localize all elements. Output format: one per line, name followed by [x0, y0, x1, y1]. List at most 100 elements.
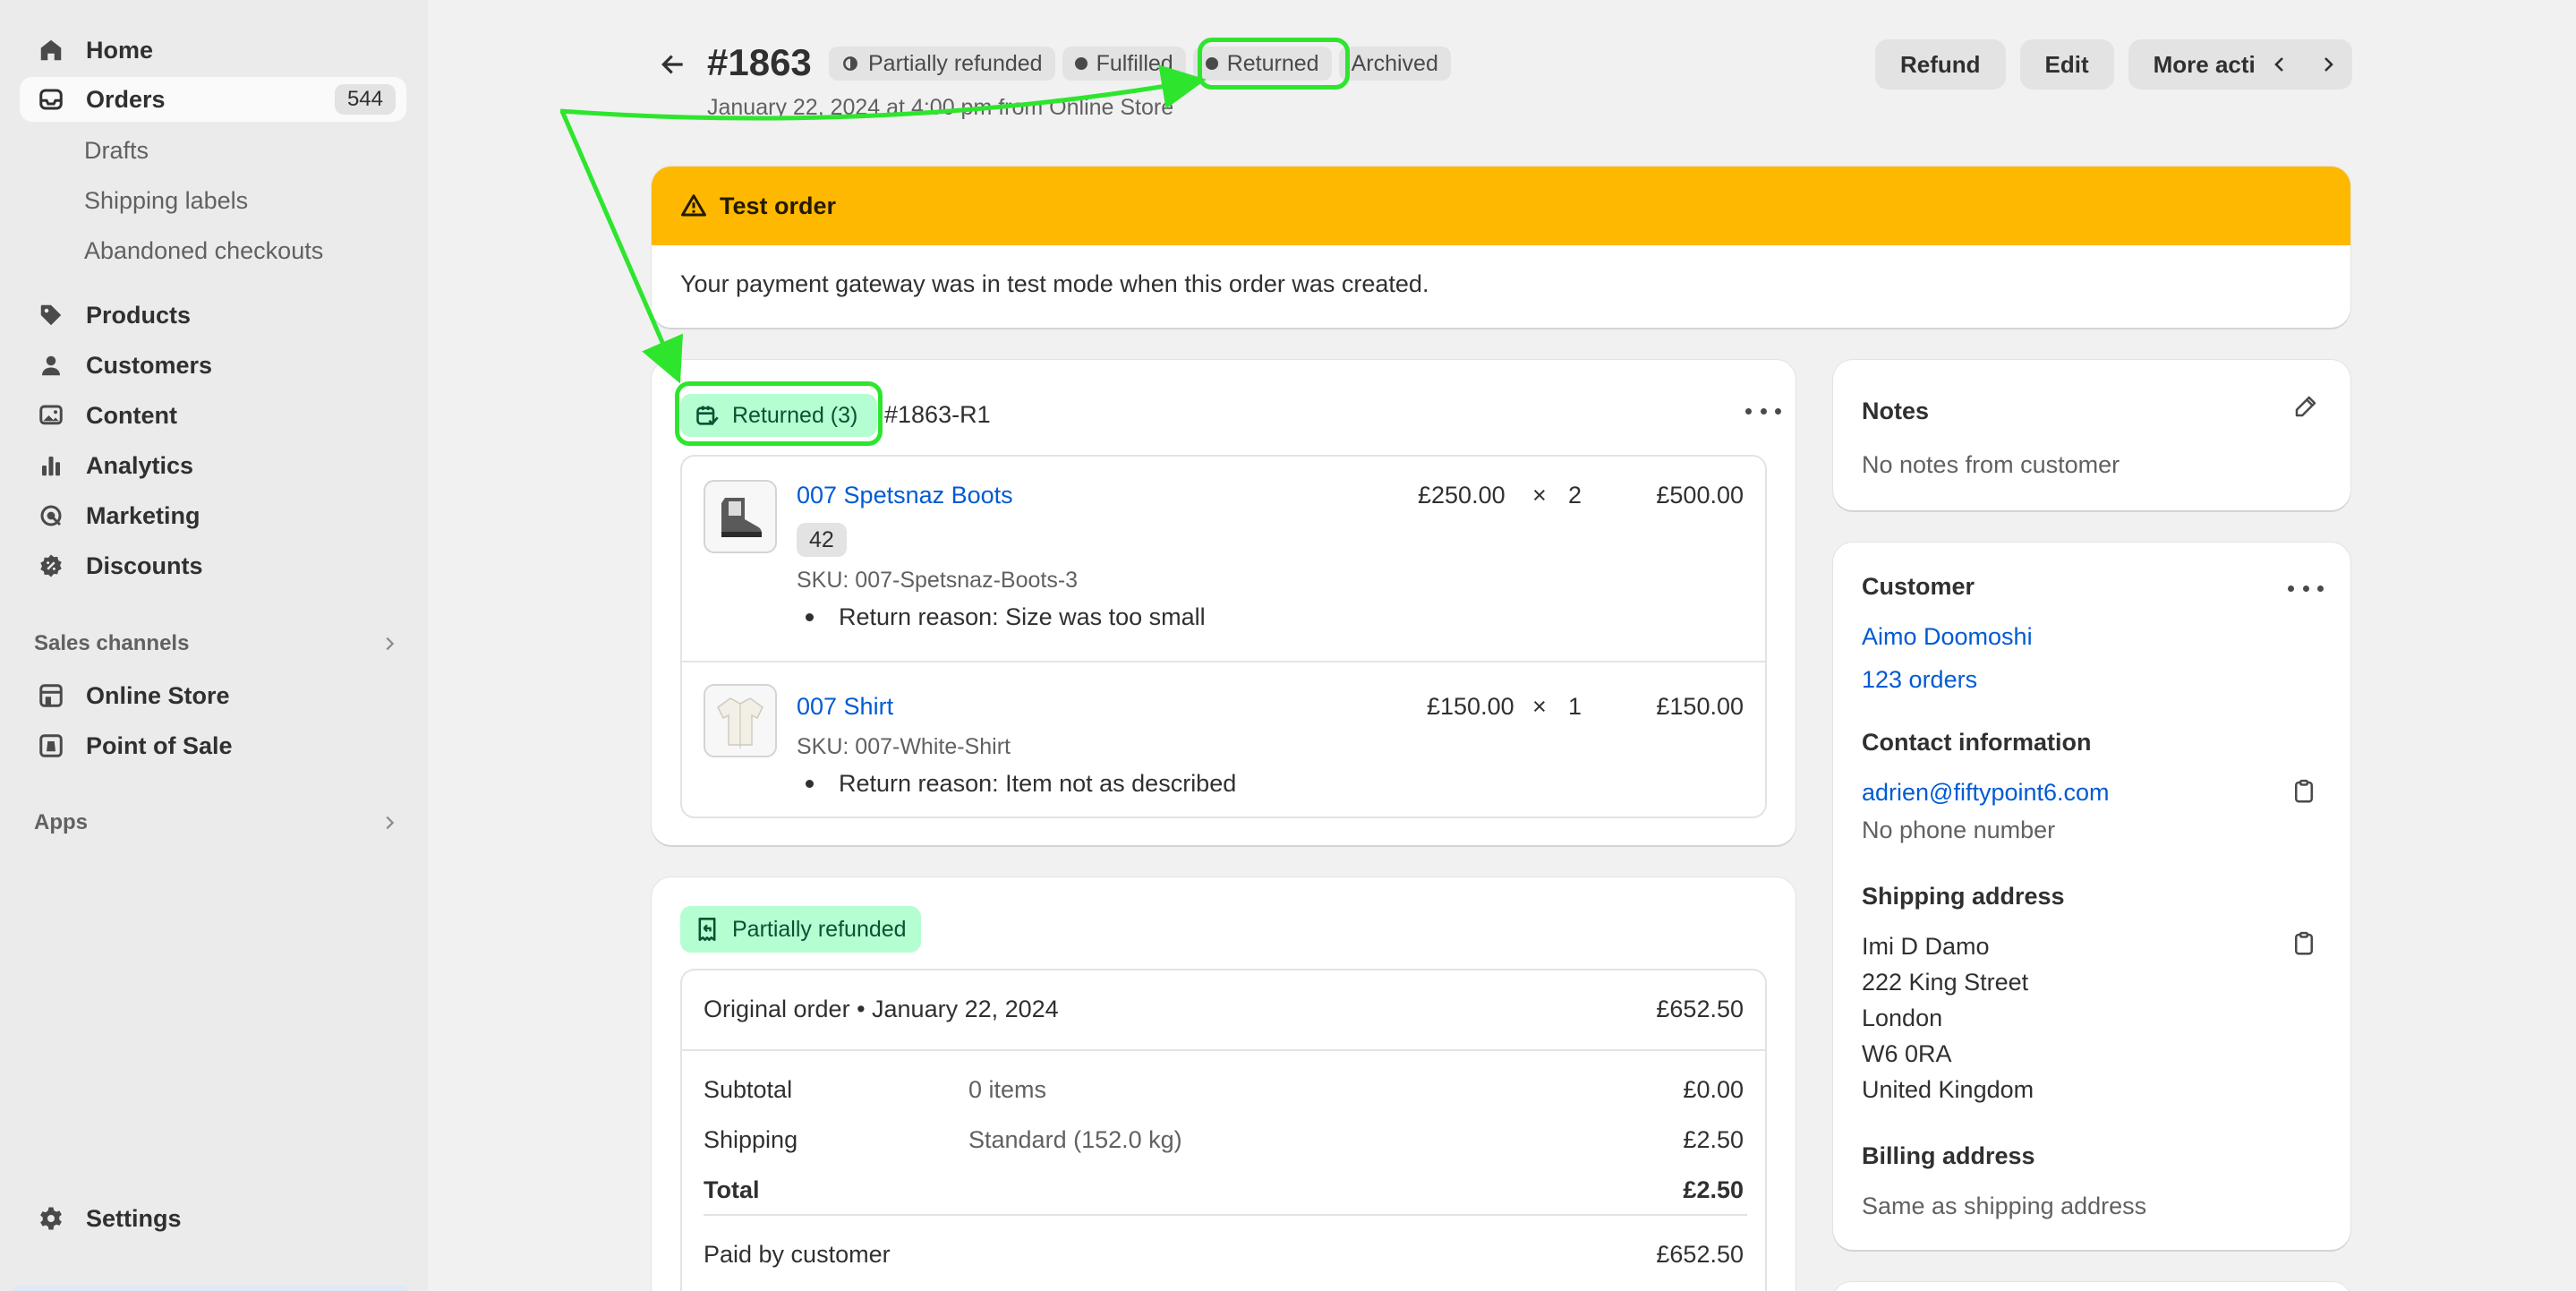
nav-home[interactable]: Home [20, 28, 406, 73]
return-reason: Return reason: Size was too small [797, 603, 1206, 631]
customer-email-link[interactable]: adrien@fiftypoint6.com [1862, 779, 2110, 807]
sidebar-bottom-bar [13, 1286, 408, 1291]
customer-card: Customer Aimo Doomoshi 123 orders Contac… [1833, 543, 2350, 1250]
nav-point-of-sale-label: Point of Sale [86, 731, 233, 759]
inbox-icon [38, 86, 64, 113]
subtotal-label: Subtotal [704, 1076, 793, 1103]
product-link[interactable]: 007 Shirt [797, 693, 893, 721]
nav-content[interactable]: Content [20, 393, 406, 438]
customer-orders-link[interactable]: 123 orders [1862, 666, 1977, 694]
discount-icon [38, 552, 64, 579]
nav-settings[interactable]: Settings [20, 1196, 406, 1241]
sales-channels-section[interactable]: Sales channels [34, 631, 399, 656]
customer-name-link[interactable]: Aimo Doomoshi [1862, 623, 2033, 651]
copy-email-button[interactable] [2290, 777, 2318, 806]
next-card-edge [1833, 1282, 2350, 1291]
partially-refunded-badge: Partially refunded [680, 906, 921, 953]
nav-analytics-label: Analytics [86, 451, 194, 479]
shirt-image [717, 697, 763, 748]
pencil-icon [2295, 396, 2316, 417]
product-link[interactable]: 007 Spetsnaz Boots [797, 482, 1013, 509]
nav-content-label: Content [86, 401, 177, 429]
status-badge-partially-refunded: Partially refunded [829, 47, 1055, 81]
product-thumbnail-shirt[interactable] [704, 684, 777, 757]
nav-orders[interactable]: Orders 544 [20, 77, 406, 122]
edit-button[interactable]: Edit [2019, 39, 2114, 90]
partially-refunded-label: Partially refunded [732, 916, 907, 942]
nav-drafts[interactable]: Drafts [84, 137, 149, 165]
quantity: 1 [1568, 693, 1582, 720]
return-reason-text: Return reason: Size was too small [839, 603, 1206, 630]
times-symbol: × [1532, 482, 1547, 509]
return-reason: Return reason: Item not as described [797, 770, 1236, 798]
nav-customers[interactable]: Customers [20, 343, 406, 388]
status-badge-fulfilled: Fulfilled [1062, 47, 1186, 81]
status-dot-icon [1074, 57, 1088, 70]
shipping-label: Shipping [704, 1126, 798, 1153]
customer-menu-button[interactable] [2288, 575, 2324, 602]
address-line: W6 0RA [1862, 1040, 1952, 1067]
nav-abandoned-checkouts[interactable]: Abandoned checkouts [84, 237, 323, 265]
chevron-right-icon [386, 637, 395, 651]
unit-price: £150.00 [1427, 693, 1514, 720]
contact-information-title: Contact information [1862, 729, 2092, 756]
edit-notes-button[interactable] [2291, 392, 2320, 421]
nav-point-of-sale[interactable]: Point of Sale [20, 723, 406, 768]
refund-button[interactable]: Refund [1874, 39, 2006, 90]
chevron-left-icon[interactable] [2269, 54, 2290, 75]
clipboard-icon [2295, 779, 2313, 803]
shipping-value: £2.50 [1683, 1126, 1744, 1153]
quantity: 2 [1568, 482, 1582, 509]
nav-marketing[interactable]: Marketing [20, 493, 406, 538]
status-badge-label: Archived [1351, 50, 1438, 76]
returned-items-card: Returned (3) #1863-R1 007 Spetsnaz Boots… [652, 360, 1796, 845]
nav-products[interactable]: Products [20, 293, 406, 338]
product-sku: SKU: 007-White-Shirt [797, 734, 1011, 759]
original-order-row: Original order • January 22, 2024 £652.5… [704, 996, 1744, 1023]
return-id: #1863-R1 [884, 401, 991, 428]
back-button[interactable] [655, 47, 691, 82]
line-total: £150.00 [1656, 693, 1744, 720]
nav-shipping-labels[interactable]: Shipping labels [84, 187, 248, 215]
nav-online-store[interactable]: Online Store [20, 673, 406, 718]
chevron-right-icon [386, 816, 395, 830]
paid-label: Paid by customer [704, 1241, 891, 1268]
product-thumbnail-boots[interactable] [704, 480, 777, 553]
sidebar: Home Orders 544 Drafts Shipping labels A… [0, 0, 428, 1291]
nav-discounts[interactable]: Discounts [20, 543, 406, 588]
notes-text: No notes from customer [1862, 451, 2120, 478]
sales-channels-label: Sales channels [34, 631, 190, 655]
tag-icon [38, 302, 64, 329]
shipping-method: Standard (152.0 kg) [968, 1126, 1182, 1153]
nav-online-store-label: Online Store [86, 681, 230, 709]
apps-section[interactable]: Apps [34, 810, 399, 835]
store-icon [38, 682, 64, 709]
address-line: 222 King Street [1862, 969, 2029, 996]
nav-analytics[interactable]: Analytics [20, 443, 406, 488]
status-badge-label: Fulfilled [1096, 50, 1173, 76]
divider [704, 1214, 1747, 1216]
unit-price: £250.00 [1418, 482, 1506, 509]
times-symbol: × [1532, 693, 1547, 720]
boot-image [721, 498, 762, 537]
subtotal-row: Subtotal 0 items £0.00 [704, 1076, 1744, 1104]
orders-count-badge: 544 [334, 84, 396, 115]
shipping-address-title: Shipping address [1862, 883, 2065, 910]
subtotal-value: £0.00 [1683, 1076, 1744, 1103]
test-order-banner: Test order Your payment gateway was in t… [652, 167, 2350, 328]
payment-summary-card: Partially refunded Original order • Janu… [652, 877, 1796, 1291]
return-reason-text: Return reason: Item not as described [839, 770, 1237, 797]
total-value: £2.50 [1683, 1176, 1744, 1203]
bar-chart-icon [38, 452, 64, 479]
returned-items-list: 007 Spetsnaz Boots 42 SKU: 007-Spetsnaz-… [680, 455, 1767, 818]
page-title: #1863 [707, 41, 812, 83]
banner-title: Test order [720, 192, 837, 219]
original-order-label: Original order • January 22, 2024 [704, 996, 1059, 1022]
home-icon [38, 37, 64, 64]
person-icon [38, 352, 64, 379]
returned-card-menu-button[interactable] [1745, 398, 1781, 424]
chevron-right-icon[interactable] [2317, 54, 2339, 75]
nav-orders-label: Orders [86, 85, 166, 113]
line-total: £500.00 [1656, 482, 1744, 509]
copy-address-button[interactable] [2290, 929, 2318, 958]
